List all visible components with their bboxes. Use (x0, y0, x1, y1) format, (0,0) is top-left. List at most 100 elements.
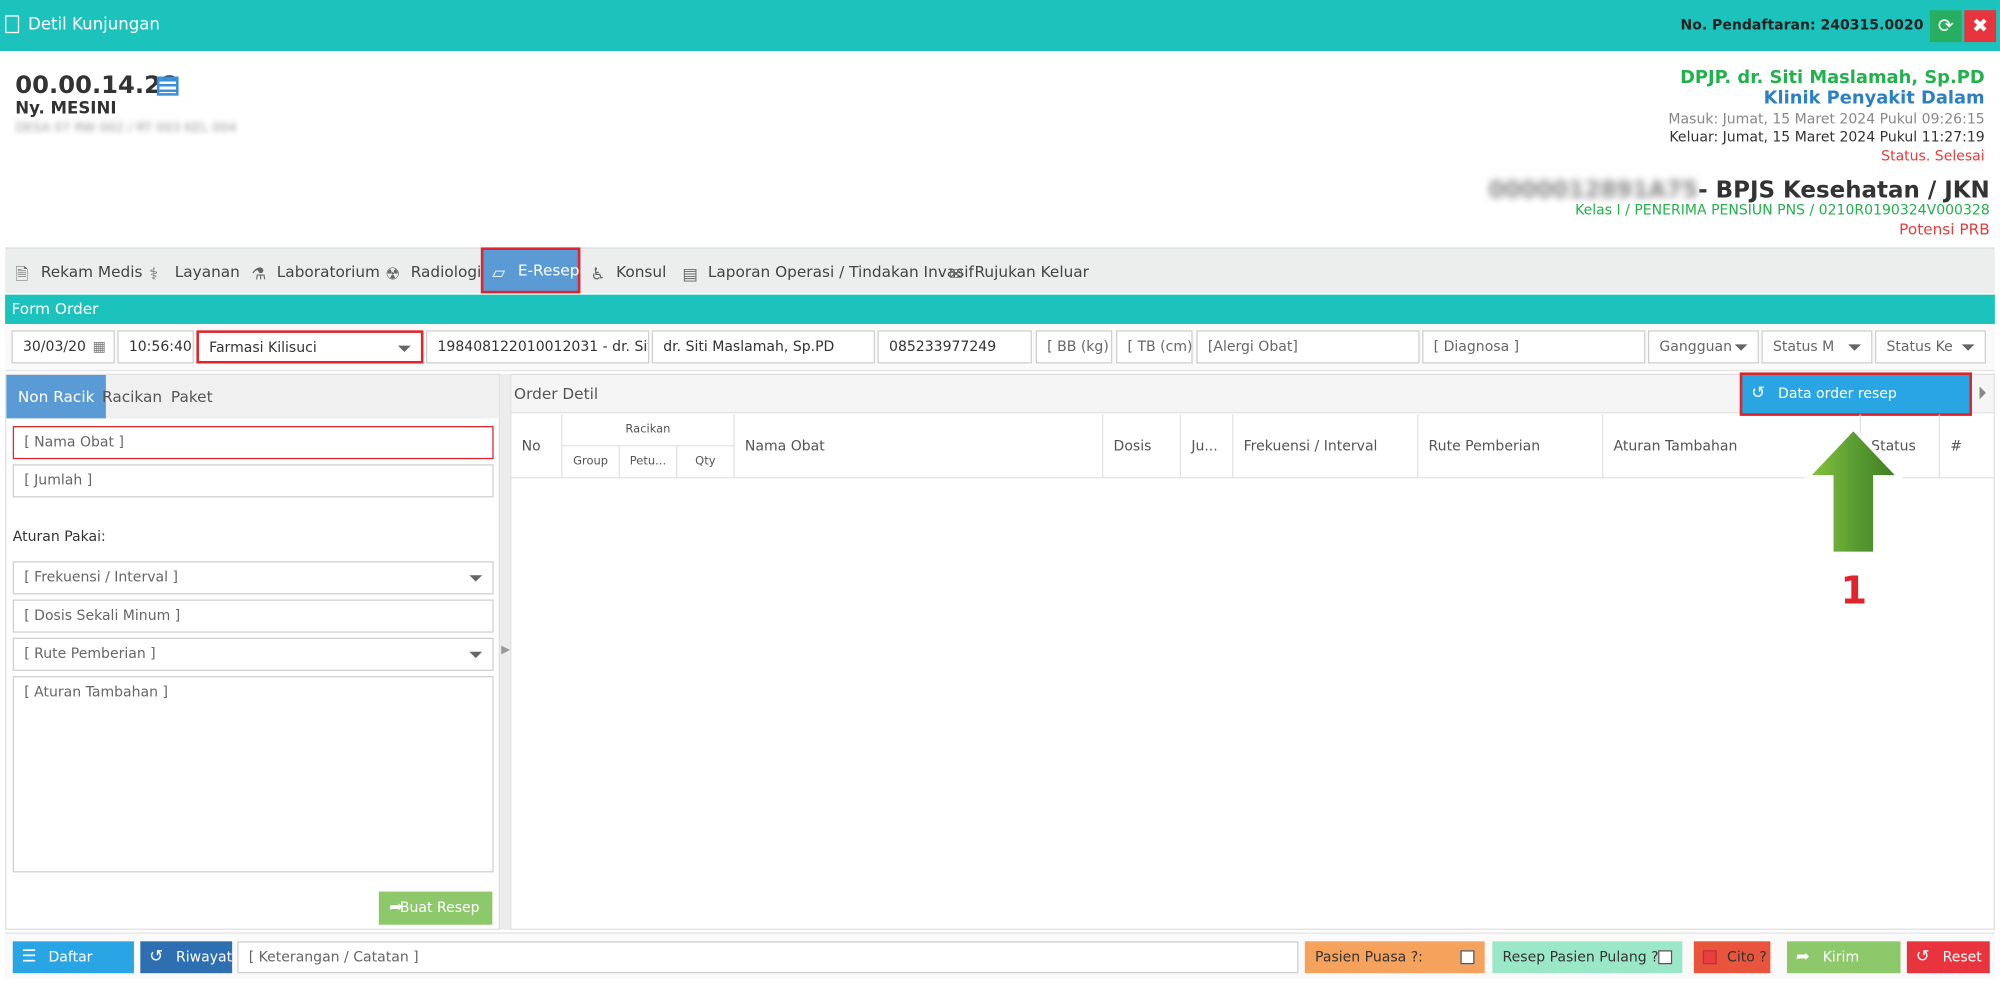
check-out-time: Keluar: Jumat, 15 Maret 2024 Pukul 11:27… (1669, 128, 1985, 146)
panel-splitter[interactable]: ▶ (499, 373, 511, 930)
calendar-icon[interactable]: ▦ (93, 332, 106, 363)
insurance-name: - BPJS Kesehatan / JKN (1698, 177, 1990, 205)
time-input[interactable]: 10:56:40 (117, 330, 194, 364)
dose-input[interactable]: [ Dosis Sekali Minum ] (12, 599, 494, 633)
insurance-class: Kelas I / PENERIMA PENSIUN PNS / 0210R01… (1575, 201, 1990, 219)
check-in-time: Masuk: Jumat, 15 Maret 2024 Pukul 09:26:… (1668, 110, 1985, 128)
col-actions: # (1940, 415, 1994, 479)
tab-laporan-operasi[interactable]: ▤ Laporan Operasi / Tindakan Invasif (682, 249, 973, 295)
dpjp-doctor: DPJP. dr. Siti Maslamah, Sp.PD (1680, 67, 1985, 89)
tab-paket[interactable]: Paket (159, 375, 224, 418)
frequency-select[interactable]: [ Frekuensi / Interval ] (12, 561, 494, 595)
refresh-button[interactable]: ⟳ (1929, 10, 1962, 43)
gangguan-select[interactable]: Gangguan (1647, 330, 1759, 364)
close-button[interactable]: ✖ (1964, 10, 1997, 43)
history-icon: ↺ (149, 947, 164, 967)
list-icon[interactable] (156, 76, 179, 96)
phone-input[interactable]: 085233977249 (877, 330, 1032, 364)
notes-input[interactable]: [ Keterangan / Catatan ] (237, 941, 1299, 974)
close-icon: ✖ (1972, 14, 1989, 37)
col-amount: Ju... (1181, 414, 1234, 479)
route-select[interactable]: [ Rute Pemberian ] (12, 637, 494, 671)
patient-name: Ny. MESINI (15, 99, 117, 119)
tab-radiologi[interactable]: ☢ Radiologi (385, 249, 481, 295)
col-racikan: Racikan (562, 414, 735, 447)
xray-icon: ☢ (385, 265, 401, 285)
prb-potential: Potensi PRB (1899, 220, 1990, 239)
doctor-icon: ⚕ (149, 265, 159, 285)
visit-status: Status. Selesai (1881, 147, 1985, 165)
allergy-input[interactable]: [Alergi Obat] (1196, 330, 1420, 364)
tab-bar: 🗎 Rekam Medis ⚕ Layanan ⚗ Laboratorium ☢ Rad… (5, 247, 1995, 295)
annotation-number: 1 (1840, 568, 1868, 614)
col-no: No (511, 414, 563, 479)
patient-address: DESA 07 RW 002 / RT 003 KEL 004 (15, 121, 237, 136)
discharge-prescription-checkbox[interactable]: Resep Pasien Pulang ?: (1492, 941, 1683, 974)
undo-icon: ↺ (1915, 947, 1930, 967)
chevron-right-icon[interactable] (1979, 386, 1986, 400)
quantity-input[interactable]: [ Jumlah ] (12, 464, 494, 498)
title-bar: Detil Kunjungan No. Pendaftaran: 240315.… (0, 0, 2000, 52)
up-arrow-annotation (1802, 426, 1904, 556)
document-icon: 🗎 (15, 265, 29, 285)
window-title: Detil Kunjungan (28, 15, 160, 35)
medical-record-number: 00.00.14.28 (15, 71, 178, 100)
col-qty: Qty (677, 446, 735, 479)
weight-input[interactable]: [ BB (kg) ] (1035, 330, 1113, 364)
fasting-checkbox-box[interactable] (1460, 950, 1475, 965)
status-k-select[interactable]: Status Ke (1874, 330, 1986, 364)
eraser-icon: ▱ (492, 264, 506, 284)
order-detail-header: Order Detil Data order resep sebelumnya (511, 372, 1994, 440)
non-racik-panel: Non Racik Racikan Paket [ Nama Obat ] [ … (5, 373, 500, 930)
fasting-checkbox[interactable]: Pasien Puasa ?: (1304, 941, 1485, 974)
chevron-right-icon: ▶ (501, 644, 511, 657)
registration-number: No. Pendaftaran: 240315.0020 (1680, 16, 1924, 34)
tab-layanan[interactable]: ⚕ Layanan (149, 249, 240, 295)
diagnosis-input[interactable]: [ Diagnosa ] (1422, 330, 1646, 364)
send-order-button[interactable]: ➦Kirim Order (1786, 941, 1901, 981)
col-route: Rute Pemberian (1418, 414, 1604, 479)
date-input[interactable]: 30/03/20 ▦ (11, 330, 115, 364)
col-petunjuk: Petu... (619, 446, 678, 479)
wheelchair-icon: ♿ (590, 265, 606, 285)
share-icon: ➦ (1795, 947, 1810, 967)
status-m-select[interactable]: Status M (1761, 330, 1873, 364)
order-detail-panel: Order Detil Data order resep sebelumnya … (510, 372, 1995, 930)
aturan-pakai-label: Aturan Pakai: (12, 528, 106, 545)
col-group: Group (562, 446, 620, 479)
cito-button[interactable]: Cito ? (1693, 941, 1771, 974)
envelope-icon: ✉ (948, 265, 963, 285)
bottom-toolbar: ☰Daftar Order ↺Riwayat [ Keterangan / Ca… (5, 932, 1995, 981)
tab-rujukan-keluar[interactable]: ✉ Rujukan Keluar (949, 249, 1089, 295)
create-prescription-button[interactable]: Buat Resep (378, 891, 493, 925)
tab-e-resep[interactable]: ▱ E-Resep (480, 247, 581, 294)
additional-rules-textarea[interactable]: [ Aturan Tambahan ] (12, 676, 494, 873)
list-icon: ☰ (21, 947, 37, 967)
bpjs-number: 0000012891A75 (1488, 177, 1699, 205)
tab-rekam-medis[interactable]: 🗎 Rekam Medis (15, 249, 142, 295)
doctor-input[interactable]: dr. Siti Maslamah, Sp.PD (651, 330, 875, 364)
newspaper-icon: ▤ (682, 265, 699, 285)
insurance-info: 0000012891A75- BPJS Kesehatan / JKN (1489, 177, 1990, 204)
doctor-nip-input[interactable]: 198408122010012031 - dr. Siti Ma (426, 330, 650, 364)
history-button[interactable]: ↺ Riwayat (140, 941, 233, 974)
col-dose: Dosis (1103, 414, 1182, 479)
clinic-name: Klinik Penyakit Dalam (1763, 88, 1985, 109)
order-detail-title: Order Detil (514, 385, 599, 404)
flask-icon: ⚗ (251, 265, 267, 285)
form-order-row: 30/03/20 ▦ 10:56:40 Farmasi Kilisuci 1984… (5, 323, 1995, 372)
tab-konsul[interactable]: ♿ Konsul (591, 249, 667, 295)
refresh-icon: ⟳ (1937, 14, 1954, 37)
cito-checkbox-box[interactable] (1702, 950, 1717, 965)
form-order-header: Form Order (5, 294, 1995, 324)
discharge-checkbox-box[interactable] (1658, 950, 1673, 965)
reset-button[interactable]: ↺ Reset (1906, 941, 1990, 974)
tab-laboratorium[interactable]: ⚗ Laboratorium (251, 249, 380, 295)
previous-prescription-button[interactable]: Data order resep sebelumnya (1739, 372, 1972, 440)
document-icon (5, 15, 20, 34)
col-drug-name: Nama Obat (734, 414, 1104, 479)
farmasi-select[interactable]: Farmasi Kilisuci (196, 330, 424, 364)
height-input[interactable]: [ TB (cm) ] (1116, 330, 1193, 364)
drug-name-input[interactable]: [ Nama Obat ] (12, 426, 494, 460)
order-list-button[interactable]: ☰Daftar Order (12, 941, 134, 981)
